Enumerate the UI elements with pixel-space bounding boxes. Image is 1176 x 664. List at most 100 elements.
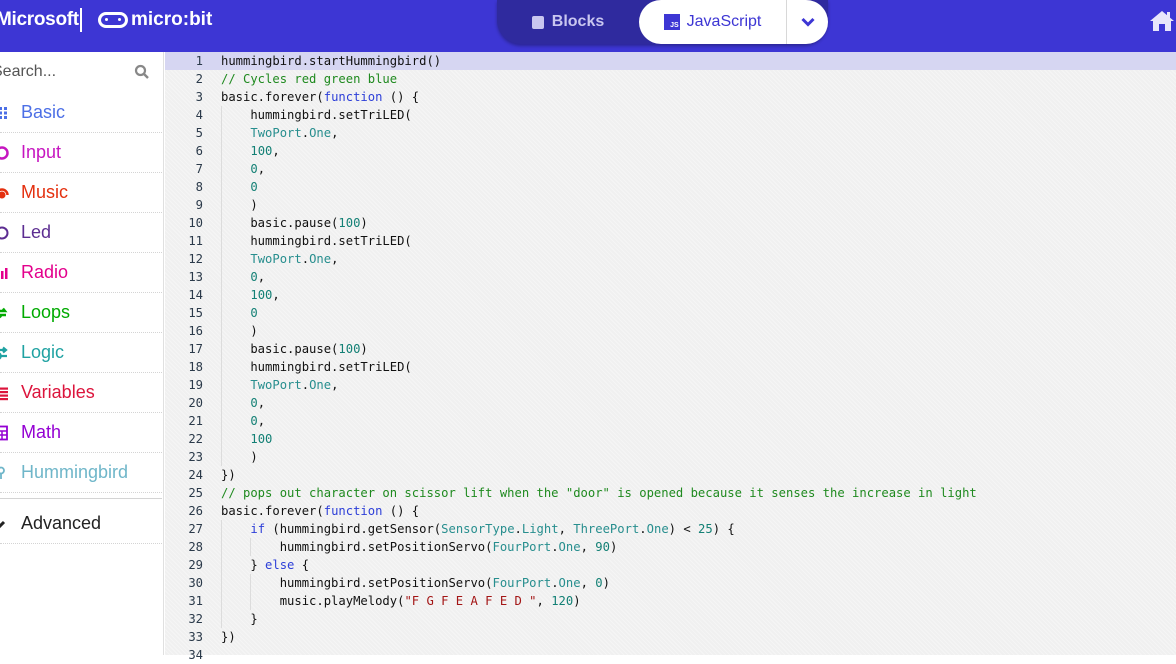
code-text: hummingbird.setPositionServo(FourPort.On… xyxy=(221,538,618,556)
code-line[interactable]: 4 hummingbird.setTriLED( xyxy=(165,106,1176,124)
code-text: if (hummingbird.getSensor(SensorType.Lig… xyxy=(221,520,734,538)
code-token: . xyxy=(301,252,310,266)
code-line[interactable]: 6 100, xyxy=(165,142,1176,160)
code-line[interactable]: 13 0, xyxy=(165,268,1176,286)
category-music[interactable]: Music xyxy=(0,173,162,213)
search-input[interactable] xyxy=(0,52,122,92)
line-number: 7 xyxy=(195,162,203,176)
category-label: Math xyxy=(21,422,62,442)
code-line[interactable]: 27 if (hummingbird.getSensor(SensorType.… xyxy=(165,520,1176,538)
category-variables[interactable]: Variables xyxy=(0,373,162,413)
code-line[interactable]: 33}) xyxy=(165,628,1176,646)
code-token: basic.forever( xyxy=(221,90,324,104)
code-line[interactable]: 9 ) xyxy=(165,196,1176,214)
category-advanced[interactable]: Advanced xyxy=(0,504,162,544)
code-token: , xyxy=(580,540,596,554)
line-number: 6 xyxy=(195,144,203,158)
code-line[interactable]: 11 hummingbird.setTriLED( xyxy=(165,232,1176,250)
code-line[interactable]: 2 // Cycles red green blue xyxy=(165,70,1176,88)
microbit-icon xyxy=(98,12,128,28)
line-number: 3 xyxy=(195,90,203,104)
code-token: , xyxy=(558,522,574,536)
code-token: 0 xyxy=(250,180,258,194)
code-token: , xyxy=(331,252,339,266)
category-radio[interactable]: Radio xyxy=(0,253,162,293)
code-line[interactable]: 12 TwoPort.One, xyxy=(165,250,1176,268)
code-token: One xyxy=(309,252,332,266)
line-number: 31 xyxy=(188,594,203,608)
code-line[interactable]: 32 } xyxy=(165,610,1176,628)
microsoft-logo[interactable]: Microsoft xyxy=(0,9,79,31)
code-line[interactable]: 21 0, xyxy=(165,412,1176,430)
more-languages-button[interactable] xyxy=(787,0,828,44)
code-text: hummingbird.setTriLED( xyxy=(221,106,411,124)
code-line[interactable]: 18 hummingbird.setTriLED( xyxy=(165,358,1176,376)
code-token: hummingbird.setPositionServo( xyxy=(221,576,493,590)
category-label: Led xyxy=(21,222,52,242)
category-basic[interactable]: Basic xyxy=(0,93,162,133)
code-line[interactable]: 25 // pops out character on scissor lift … xyxy=(165,484,1176,502)
code-token: One xyxy=(646,522,669,536)
code-token: Light xyxy=(521,522,559,536)
code-line[interactable]: 26 basic.forever(function () { xyxy=(165,502,1176,520)
code-text: // Cycles red green blue xyxy=(221,70,397,88)
chevron-down-icon xyxy=(800,17,815,27)
tab-javascript-inner[interactable]: JS JavaScript xyxy=(639,0,786,44)
code-text: } xyxy=(221,610,257,628)
code-editor[interactable]: 1 hummingbird.startHummingbird() 2 // Cycle… xyxy=(165,52,1176,662)
code-line[interactable]: 28 hummingbird.setPositionServo(FourPort… xyxy=(165,538,1176,556)
code-line[interactable]: 24}) xyxy=(165,466,1176,484)
tab-blocks[interactable]: Blocks xyxy=(497,0,639,44)
code-line[interactable]: 1 hummingbird.startHummingbird() xyxy=(165,52,1176,70)
code-token: () { xyxy=(382,90,420,104)
code-line[interactable]: 16 ) xyxy=(165,322,1176,340)
shuffle-icon xyxy=(0,345,10,361)
line-number: 11 xyxy=(188,234,203,248)
category-loops[interactable]: Loops xyxy=(0,293,162,333)
tab-javascript-label: JavaScript xyxy=(686,13,762,30)
code-token: ) xyxy=(609,540,618,554)
line-number: 26 xyxy=(188,504,203,518)
code-token: hummingbird.startHummingbird() xyxy=(221,54,442,68)
code-line[interactable]: 17 basic.pause(100) xyxy=(165,340,1176,358)
calculator-icon xyxy=(0,425,10,441)
code-token: 100 xyxy=(338,216,361,230)
code-token: ) < xyxy=(668,522,699,536)
code-line[interactable]: 19 TwoPort.One, xyxy=(165,376,1176,394)
code-line[interactable]: 30 hummingbird.setPositionServo(FourPort… xyxy=(165,574,1176,592)
code-token: ) xyxy=(221,450,258,464)
code-token: 0 xyxy=(250,396,258,410)
code-text: } else { xyxy=(221,556,309,574)
code-token: , xyxy=(331,126,339,140)
code-line[interactable]: 31 music.playMelody("F G F E A F E D ", … xyxy=(165,592,1176,610)
category-math[interactable]: Math xyxy=(0,413,162,453)
code-text: basic.pause(100) xyxy=(221,214,367,232)
code-token: 0 xyxy=(250,306,258,320)
code-line[interactable]: 14 100, xyxy=(165,286,1176,304)
code-line[interactable]: 15 0 xyxy=(165,304,1176,322)
category-hummingbird[interactable]: Hummingbird xyxy=(0,453,162,493)
code-line[interactable]: 20 0, xyxy=(165,394,1176,412)
category-logic[interactable]: Logic xyxy=(0,333,162,373)
line-number: 14 xyxy=(188,288,203,302)
code-line[interactable]: 3 basic.forever(function () { xyxy=(165,88,1176,106)
code-line[interactable]: 22 100 xyxy=(165,430,1176,448)
code-line[interactable]: 29 } else { xyxy=(165,556,1176,574)
code-line[interactable]: 7 0, xyxy=(165,160,1176,178)
code-line[interactable]: 5 TwoPort.One, xyxy=(165,124,1176,142)
tab-javascript[interactable]: JS JavaScript xyxy=(639,0,828,44)
search-icon[interactable] xyxy=(134,64,150,80)
code-token: if xyxy=(250,522,266,536)
category-input[interactable]: Input xyxy=(0,133,162,173)
code-line[interactable]: 34 xyxy=(165,646,1176,664)
code-line[interactable]: 23 ) xyxy=(165,448,1176,466)
code-token: music.playMelody( xyxy=(221,594,405,608)
category-led[interactable]: Led xyxy=(0,213,162,253)
microbit-logo[interactable]: micro:bit xyxy=(98,9,212,31)
code-line[interactable]: 10 basic.pause(100) xyxy=(165,214,1176,232)
home-button[interactable] xyxy=(1148,10,1176,32)
code-line[interactable]: 8 0 xyxy=(165,178,1176,196)
